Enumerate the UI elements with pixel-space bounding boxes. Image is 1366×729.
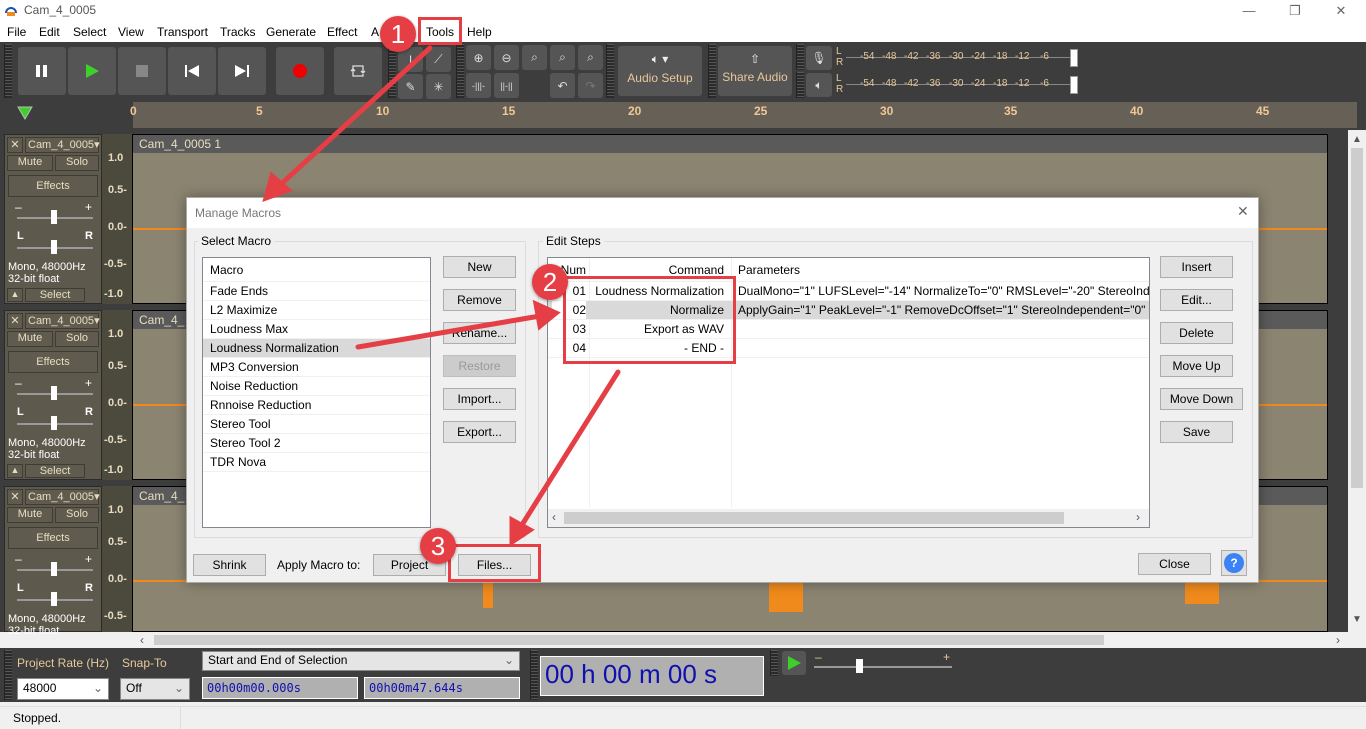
annotation-arrowhead-2 xyxy=(532,299,561,331)
annotation-arrowhead-3 xyxy=(509,515,535,547)
annotation-arrows xyxy=(262,45,621,547)
annotation-box-steps xyxy=(563,276,736,364)
annotation-badge-2: 2 xyxy=(532,264,568,300)
annotation-badge-1: 1 xyxy=(380,16,416,52)
annotation-arrow-1 xyxy=(277,45,433,188)
annotation-box-tools xyxy=(418,17,462,45)
annotation-arrow-2 xyxy=(355,313,543,350)
annotation-arrow-3 xyxy=(517,369,621,531)
annotation-badge-3: 3 xyxy=(420,528,456,564)
annotation-box-files xyxy=(448,544,541,582)
